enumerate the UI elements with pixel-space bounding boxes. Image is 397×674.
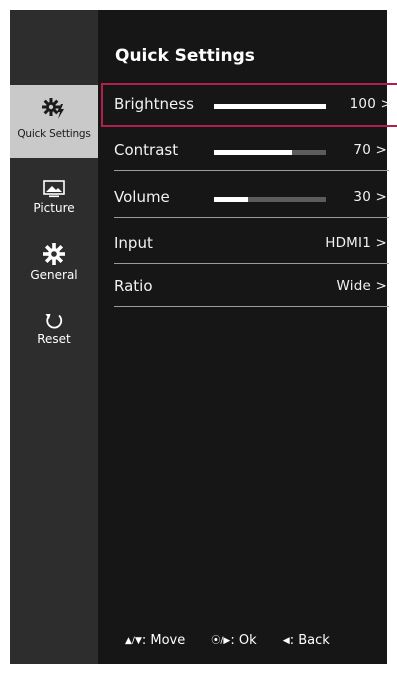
sidebar-item-label: Reset xyxy=(37,332,71,346)
contrast-slider[interactable] xyxy=(214,150,326,155)
osd-screen: Quick Settings Picture General Reset Qui… xyxy=(10,10,397,664)
sidebar-item-reset[interactable]: Reset xyxy=(10,310,98,352)
menu-row-contrast[interactable]: Contrast 70 > xyxy=(114,131,389,171)
back-hint-label: : Back xyxy=(289,633,330,648)
row-label: Brightness xyxy=(114,95,194,113)
volume-slider[interactable] xyxy=(214,197,326,202)
sidebar-item-quick-settings[interactable]: Quick Settings xyxy=(10,85,98,158)
row-value: 70 > xyxy=(353,142,387,158)
sidebar: Quick Settings Picture General Reset xyxy=(10,10,98,664)
menu-row-input[interactable]: Input HDMI1 > xyxy=(114,224,389,264)
up-down-arrow-icon: ▲/▼ xyxy=(125,636,142,646)
row-label: Input xyxy=(114,234,153,252)
row-divider xyxy=(114,217,389,218)
row-divider xyxy=(114,170,389,171)
row-value: 30 > xyxy=(353,189,387,205)
page-title: Quick Settings xyxy=(115,46,255,66)
menu-row-volume[interactable]: Volume 30 > xyxy=(114,178,389,218)
sidebar-item-label: General xyxy=(30,268,78,282)
picture-icon xyxy=(43,180,65,198)
row-divider xyxy=(114,263,389,264)
move-hint-label: : Move xyxy=(141,633,186,648)
back-arrow-icon: ◀ xyxy=(282,636,290,646)
reset-icon xyxy=(43,310,65,332)
row-value: Wide > xyxy=(336,278,387,294)
ok-joystick-icon: ⦿/▶ xyxy=(211,636,231,646)
key-guide: ▲/▼: Move ⦿/▶: Ok ◀: Back xyxy=(125,633,330,648)
row-label: Volume xyxy=(114,188,170,206)
sidebar-item-label: Picture xyxy=(33,201,75,215)
ok-hint-label: : Ok xyxy=(230,633,257,648)
row-divider xyxy=(114,306,389,307)
sidebar-item-general[interactable]: General xyxy=(10,242,98,290)
row-value: HDMI1 > xyxy=(325,235,387,251)
row-label: Ratio xyxy=(114,277,153,295)
brightness-slider[interactable] xyxy=(214,104,326,109)
row-value: 100 > xyxy=(349,96,392,112)
gear-icon xyxy=(42,242,66,266)
sidebar-item-label: Quick Settings xyxy=(17,128,91,140)
row-label: Contrast xyxy=(114,141,179,159)
sidebar-item-picture[interactable]: Picture xyxy=(10,180,98,220)
menu-row-ratio[interactable]: Ratio Wide > xyxy=(114,267,389,307)
menu-row-brightness[interactable]: Brightness 100 > xyxy=(101,83,397,127)
move-hint: ▲/▼: Move xyxy=(125,633,185,648)
quick-settings-icon xyxy=(41,95,67,121)
ok-hint: ⦿/▶: Ok xyxy=(211,633,256,648)
back-hint: ◀: Back xyxy=(283,633,330,648)
